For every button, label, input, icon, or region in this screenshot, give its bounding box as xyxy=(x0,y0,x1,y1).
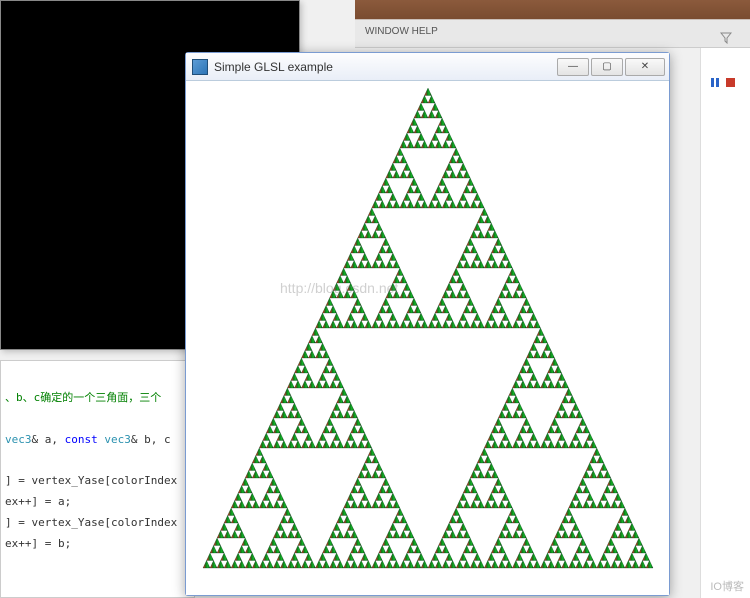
code-line: vec3& a, const vec3& b, c xyxy=(5,430,190,451)
code-line xyxy=(5,451,190,472)
code-line: ] = vertex_Yase[colorIndex xyxy=(5,471,190,492)
minimize-button[interactable]: — xyxy=(557,58,589,76)
background-toolbar: WINDOW HELP xyxy=(355,0,750,48)
sierpinski-triangle xyxy=(193,78,663,578)
app-icon xyxy=(192,59,208,75)
glsl-example-window: Simple GLSL example — ▢ ✕ xyxy=(185,52,670,596)
code-line: ex++] = b; xyxy=(5,534,190,555)
maximize-button[interactable]: ▢ xyxy=(591,58,623,76)
code-editor-panel: 、b、c确定的一个三角面，三个 vec3& a, const vec3& b, … xyxy=(0,360,195,598)
menu-hint-text: WINDOW HELP xyxy=(365,26,438,37)
stop-icon[interactable] xyxy=(726,78,735,87)
filter-icon xyxy=(720,32,732,44)
window-title: Simple GLSL example xyxy=(214,60,551,74)
code-line: ] = vertex_Yase[colorIndex xyxy=(5,513,190,534)
window-titlebar[interactable]: Simple GLSL example — ▢ ✕ xyxy=(186,53,669,81)
code-line xyxy=(5,409,190,430)
playback-controls xyxy=(711,78,735,87)
right-side-panel xyxy=(700,48,750,598)
opengl-canvas xyxy=(186,81,669,595)
code-line xyxy=(5,367,190,388)
code-line: ex++] = a; xyxy=(5,492,190,513)
pause-icon[interactable] xyxy=(711,78,720,87)
close-button[interactable]: ✕ xyxy=(625,58,665,76)
code-comment: 、b、c确定的一个三角面，三个 xyxy=(5,388,190,409)
